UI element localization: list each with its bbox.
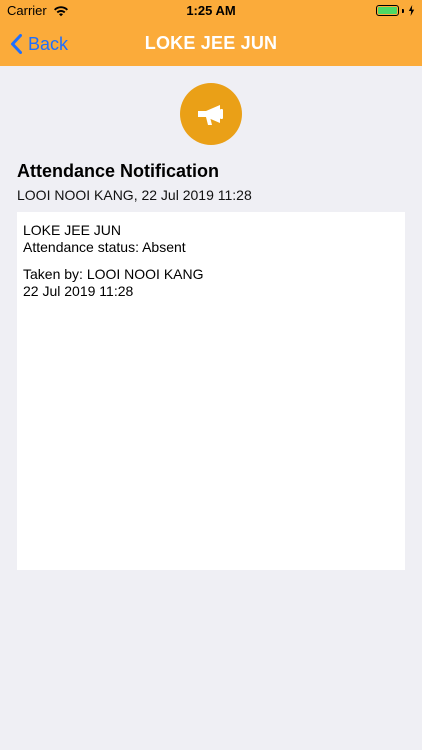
notification-title: Attendance Notification: [17, 161, 220, 181]
message-line-1: LOKE JEE JUN: [23, 222, 122, 238]
message-line-2: Attendance status: Absent: [23, 239, 186, 255]
megaphone-icon: [198, 105, 223, 125]
battery-cap: [402, 8, 404, 13]
header: Carrier 1:25 AM Back LOKE JEE JUN: [0, 0, 422, 66]
notification-icon-badge: [180, 83, 242, 145]
notification-meta: LOOI NOOI KANG, 22 Jul 2019 11:28: [17, 187, 252, 203]
navigation-bar: Back LOKE JEE JUN: [0, 22, 422, 66]
battery-group: [376, 5, 415, 16]
charging-icon: [408, 5, 415, 16]
nav-title: LOKE JEE JUN: [144, 33, 278, 53]
battery-icon: [376, 5, 399, 16]
message-line-3: Taken by: LOOI NOOI KANG: [23, 266, 204, 282]
status-time: 1:25 AM: [186, 3, 236, 18]
message-line-4: 22 Jul 2019 11:28: [23, 283, 134, 299]
battery-fill: [378, 7, 397, 14]
notification-message: LOKE JEE JUN Attendance status: Absent T…: [17, 212, 405, 570]
status-bar: Carrier 1:25 AM: [0, 0, 422, 22]
content: Attendance Notification LOOI NOOI KANG, …: [0, 66, 422, 750]
